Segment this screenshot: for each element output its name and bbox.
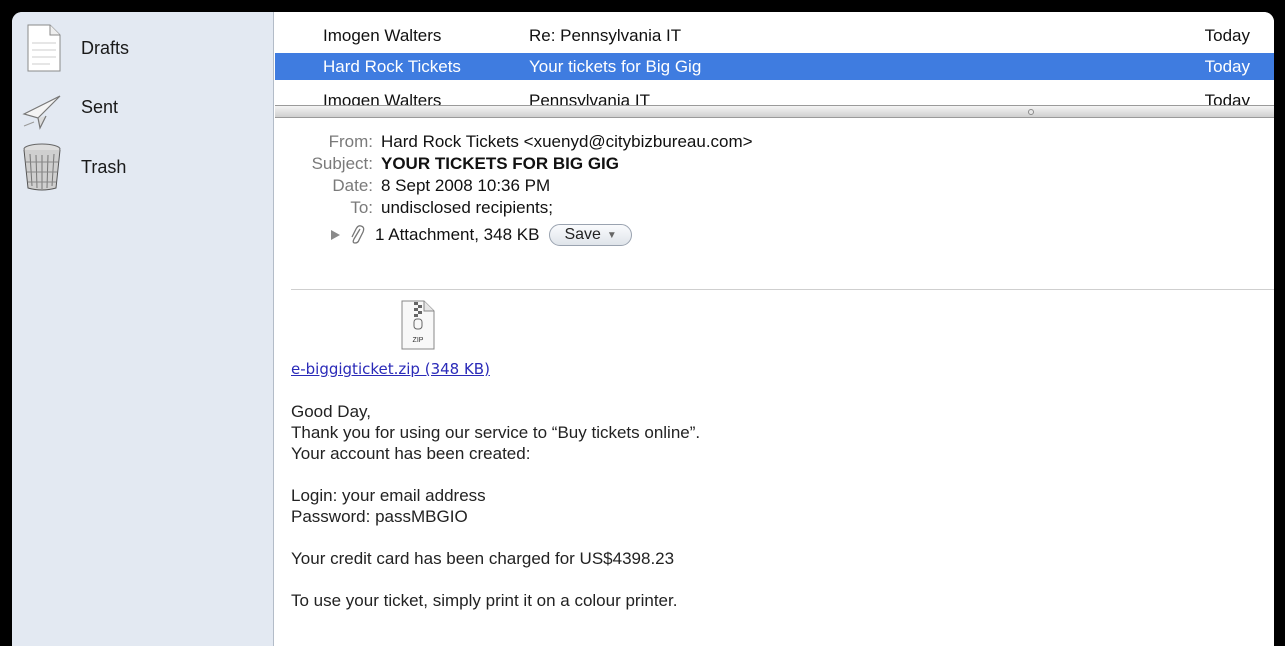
mailbox-sidebar: Drafts Sent Trash xyxy=(12,12,274,646)
message-row[interactable]: Imogen Walters Re: Pennsylvania IT Today xyxy=(275,22,1274,49)
body-password: Password: passMBGIO xyxy=(291,507,468,526)
attachment-bar: 1 Attachment, 348 KB Save ▼ xyxy=(329,222,632,248)
body-charged: Your credit card has been charged for US… xyxy=(291,549,675,568)
attachment-summary: 1 Attachment, 348 KB xyxy=(375,225,540,244)
sidebar-item-label: Sent xyxy=(81,96,119,117)
from-value[interactable]: Hard Rock Tickets <xuenyd@citybizbureau.… xyxy=(381,132,753,152)
message-list: Imogen Walters Re: Pennsylvania IT Today… xyxy=(275,12,1274,105)
message-from: Imogen Walters xyxy=(323,25,442,45)
message-subject: Re: Pennsylvania IT xyxy=(529,25,682,45)
message-date: Today xyxy=(1204,90,1250,106)
body-line: Thank you for using our service to “Buy … xyxy=(291,423,701,442)
from-label: From: xyxy=(328,132,373,151)
subject-value: YOUR TICKETS FOR BIG GIG xyxy=(381,154,620,173)
disclosure-triangle-icon[interactable] xyxy=(329,229,341,241)
subject-label: Subject: xyxy=(311,154,373,173)
save-attachment-button[interactable]: Save ▼ xyxy=(549,224,632,246)
paperclip-icon xyxy=(351,225,365,244)
sidebar-item-trash[interactable]: Trash xyxy=(12,139,274,195)
message-subject: Your tickets for Big Gig xyxy=(529,56,702,76)
message-body: Good Day, Thank you for using our servic… xyxy=(291,401,1251,611)
sent-icon xyxy=(22,95,61,130)
message-subject: Pennsylvania IT xyxy=(529,90,650,106)
message-from: Imogen Walters xyxy=(323,90,442,106)
message-date: Today xyxy=(1204,56,1250,76)
sidebar-item-sent[interactable]: Sent xyxy=(12,79,274,135)
splitter-handle[interactable] xyxy=(1028,109,1034,115)
trash-icon xyxy=(23,143,61,191)
attachment-link[interactable]: e-biggigticket.zip (348 KB) xyxy=(291,360,490,378)
message-date: Today xyxy=(1204,25,1250,45)
sidebar-item-label: Drafts xyxy=(81,37,130,58)
date-value: 8 Sept 2008 10:36 PM xyxy=(381,176,551,195)
save-button-label: Save xyxy=(564,226,601,243)
mail-window: Drafts Sent Trash Imogen Walters Re: Pen… xyxy=(12,12,1274,646)
body-greeting: Good Day, xyxy=(291,402,372,421)
sidebar-item-label: Trash xyxy=(81,156,127,177)
zip-icon-text: ZIP xyxy=(413,337,424,344)
message-from: Hard Rock Tickets xyxy=(323,56,461,76)
body-login: Login: your email address xyxy=(291,486,486,505)
date-label: Date: xyxy=(332,176,373,195)
pane-splitter[interactable] xyxy=(275,105,1274,118)
chevron-down-icon: ▼ xyxy=(606,229,617,241)
header-divider xyxy=(291,289,1274,290)
message-row-selected[interactable]: Hard Rock Tickets Your tickets for Big G… xyxy=(275,53,1274,80)
to-value: undisclosed recipients; xyxy=(381,198,553,217)
zip-file-icon[interactable]: ZIP xyxy=(398,300,436,350)
drafts-icon xyxy=(27,24,61,72)
body-line: Your account has been created: xyxy=(291,444,531,463)
body-print: To use your ticket, simply print it on a… xyxy=(291,591,678,610)
to-label: To: xyxy=(350,198,373,217)
message-view: From: Hard Rock Tickets <xuenyd@citybizb… xyxy=(275,118,1274,646)
sidebar-item-drafts[interactable]: Drafts xyxy=(12,20,274,76)
message-row[interactable]: Imogen Walters Pennsylvania IT Today xyxy=(275,87,1274,106)
